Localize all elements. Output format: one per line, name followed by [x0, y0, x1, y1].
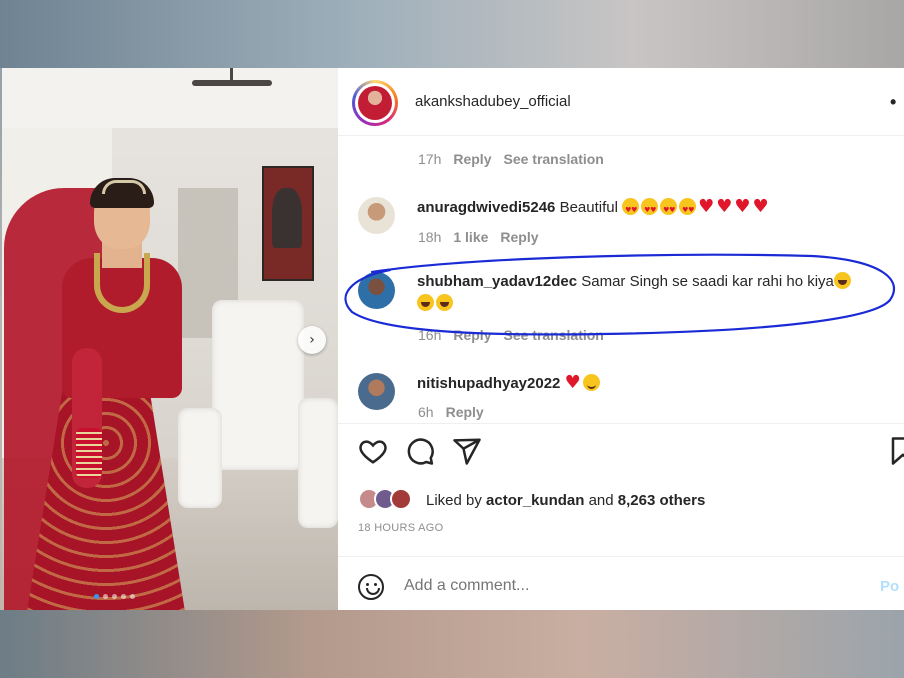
comment-likes[interactable]: 1 like	[453, 229, 488, 245]
liker-username[interactable]: actor_kundan	[486, 492, 584, 509]
post-panel: akankshadubey_official • 17h Reply See t…	[338, 68, 904, 610]
comment-time: 16h	[418, 327, 442, 343]
see-translation-button[interactable]: See translation	[503, 151, 603, 167]
add-comment-input[interactable]	[404, 577, 804, 595]
comment-time: 17h	[418, 151, 442, 167]
comment-time: 18h	[418, 229, 442, 245]
red-heart-icon: ♥	[716, 196, 733, 217]
reply-button[interactable]: Reply	[453, 151, 491, 167]
photo-chair	[178, 408, 222, 508]
laughing-emoji-icon	[417, 294, 434, 311]
laughing-emoji-icon	[833, 272, 851, 289]
share-icon[interactable]	[452, 436, 482, 466]
photo-painting	[262, 166, 314, 281]
chevron-right-icon[interactable]: ›	[298, 326, 326, 354]
reply-button[interactable]: Reply	[500, 229, 538, 245]
comment-username[interactable]: anuragdwivedi5246	[417, 199, 555, 216]
background-blur-top	[0, 0, 904, 68]
smiling-emoji-icon	[582, 374, 600, 391]
carousel-dot	[130, 594, 135, 599]
carousel-dot	[112, 594, 117, 599]
more-options-icon[interactable]: •	[890, 92, 896, 113]
action-bar	[338, 423, 904, 473]
liker-avatars[interactable]	[358, 488, 422, 512]
author-avatar[interactable]	[352, 80, 398, 126]
avatar[interactable]	[358, 272, 395, 309]
heart-icon[interactable]	[358, 436, 388, 466]
comment-meta: 6h Reply	[418, 404, 484, 420]
post-header: akankshadubey_official •	[338, 68, 904, 136]
heart-eyes-emoji-icon	[660, 198, 678, 221]
red-heart-icon: ♥	[734, 196, 751, 217]
carousel-dot	[94, 594, 99, 599]
emoji-icon[interactable]	[358, 574, 384, 600]
avatar[interactable]	[358, 197, 395, 234]
carousel-dot	[121, 594, 126, 599]
comment-icon[interactable]	[405, 436, 435, 466]
heart-eyes-emoji-icon	[641, 198, 659, 221]
photo-fan	[192, 80, 272, 86]
reply-button[interactable]: Reply	[446, 404, 484, 420]
avatar[interactable]	[358, 373, 395, 410]
likes-conj: and	[588, 491, 614, 509]
post-timestamp: 18 HOURS AGO	[358, 522, 444, 534]
comment-username[interactable]: shubham_yadav12dec	[417, 273, 577, 290]
bride-necklace	[94, 253, 150, 313]
author-username[interactable]: akankshadubey_official	[415, 93, 571, 110]
heart-eyes-emoji-icon	[622, 198, 640, 221]
comments-list: 17h Reply See translation anuragdwivedi5…	[338, 137, 904, 423]
post-comment-button[interactable]: Po	[880, 578, 899, 595]
photo-chair	[212, 300, 304, 470]
bookmark-icon[interactable]	[888, 436, 904, 466]
post-photo[interactable]: ›	[2, 68, 338, 610]
comment-meta: 17h Reply See translation	[418, 151, 604, 167]
add-comment-bar: Po	[338, 556, 904, 610]
red-heart-icon: ♥	[564, 372, 581, 393]
red-heart-icon: ♥	[752, 196, 769, 217]
photo-ceiling	[2, 68, 338, 128]
heart-eyes-emoji-icon	[679, 198, 697, 221]
comment-body: nitishupadhyay2022 ♥	[417, 372, 887, 395]
laughing-emoji-icon	[436, 294, 453, 311]
comment-username[interactable]: nitishupadhyay2022	[417, 375, 560, 392]
photo-chair	[298, 398, 338, 528]
comment-body: anuragdwivedi5246 Beautiful ♥ ♥♥ ♥	[417, 196, 887, 221]
red-heart-icon: ♥	[698, 196, 715, 217]
comment-meta: 18h 1 like Reply	[418, 229, 539, 245]
reply-button[interactable]: Reply	[453, 327, 491, 343]
likes-count[interactable]: 8,263 others	[618, 492, 706, 509]
bride-bangles	[76, 428, 102, 478]
carousel-dots	[94, 594, 135, 599]
see-translation-button[interactable]: See translation	[503, 327, 603, 343]
comment-text: Samar Singh se saadi kar rahi ho kiya	[581, 273, 834, 290]
comment-text: Beautiful	[559, 199, 618, 216]
comment-body: shubham_yadav12dec Samar Singh se saadi …	[417, 271, 887, 315]
carousel-dot	[103, 594, 108, 599]
comment-time: 6h	[418, 404, 434, 420]
comment-meta: 16h Reply See translation	[418, 327, 604, 343]
bride-tikka	[102, 180, 146, 194]
likes-prefix: Liked by	[426, 491, 482, 509]
avatar	[390, 488, 412, 510]
likes-summary: Liked by actor_kundan and 8,263 others	[358, 488, 705, 512]
background-blur-bottom	[0, 610, 904, 678]
